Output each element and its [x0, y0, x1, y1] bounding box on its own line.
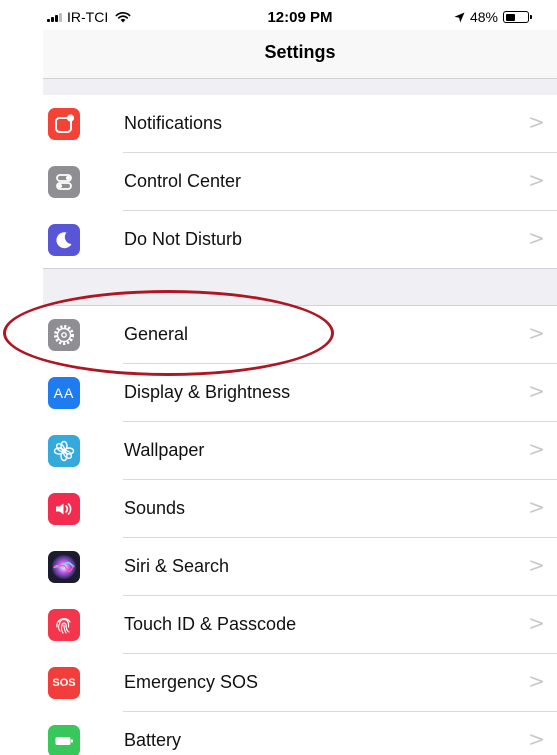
settings-row-battery[interactable]: Battery >	[43, 712, 557, 755]
gear-icon	[48, 319, 80, 351]
row-label: Touch ID & Passcode	[124, 614, 297, 634]
speaker-icon	[48, 493, 80, 525]
row-label: Sounds	[124, 498, 186, 518]
settings-group-1: Notifications > Control Center > Do Not …	[43, 95, 557, 269]
chevron-right-icon: >	[528, 110, 545, 134]
settings-row-sounds[interactable]: Sounds >	[43, 480, 557, 538]
settings-screen: IR-TCI 12:09 PM 48% Settings Notificatio…	[43, 0, 557, 755]
settings-row-touch-id-passcode[interactable]: Touch ID & Passcode >	[43, 596, 557, 654]
settings-row-display-brightness[interactable]: AA Display & Brightness >	[43, 364, 557, 422]
battery-percent: 48%	[469, 9, 498, 25]
location-arrow-icon	[454, 12, 465, 22]
settings-row-wallpaper[interactable]: Wallpaper >	[43, 422, 557, 480]
row-label: Control Center	[124, 171, 242, 191]
siri-icon	[48, 551, 80, 583]
chevron-right-icon: >	[528, 727, 545, 751]
status-right: 48%	[454, 9, 532, 25]
chevron-right-icon: >	[528, 611, 545, 635]
row-label: Battery	[124, 730, 182, 750]
battery-level-fill	[505, 13, 516, 21]
settings-row-emergency-sos[interactable]: SOS Emergency SOS >	[43, 654, 557, 712]
row-label: Notifications	[124, 113, 223, 133]
settings-row-control-center[interactable]: Control Center >	[43, 153, 557, 211]
row-label: Siri & Search	[124, 556, 230, 576]
row-label: Display & Brightness	[124, 382, 291, 402]
chevron-right-icon: >	[528, 553, 545, 577]
settings-row-general[interactable]: General >	[43, 306, 557, 364]
row-label: Do Not Disturb	[124, 229, 243, 249]
settings-row-do-not-disturb[interactable]: Do Not Disturb >	[43, 211, 557, 269]
section-spacer	[43, 268, 557, 306]
battery-icon	[48, 725, 80, 755]
moon-icon	[48, 224, 80, 256]
page-title: Settings	[264, 42, 336, 62]
row-label: General	[124, 324, 189, 344]
battery-status-icon	[503, 11, 532, 23]
notifications-icon	[48, 108, 80, 140]
chevron-right-icon: >	[528, 495, 545, 519]
row-label: Wallpaper	[124, 440, 205, 460]
wallpaper-icon	[48, 435, 80, 467]
icon-text: SOS	[52, 677, 76, 689]
fingerprint-icon	[48, 609, 80, 641]
chevron-right-icon: >	[528, 168, 545, 192]
chevron-right-icon: >	[528, 437, 545, 461]
status-bar: IR-TCI 12:09 PM 48%	[43, 0, 557, 30]
section-spacer	[43, 79, 557, 95]
settings-row-siri-search[interactable]: Siri & Search >	[43, 538, 557, 596]
display-brightness-icon: AA	[48, 377, 80, 409]
settings-row-notifications[interactable]: Notifications >	[43, 95, 557, 153]
row-label: Emergency SOS	[124, 672, 259, 692]
chevron-right-icon: >	[528, 321, 545, 345]
chevron-right-icon: >	[528, 669, 545, 693]
chevron-right-icon: >	[528, 379, 545, 403]
sos-icon: SOS	[48, 667, 80, 699]
settings-group-2: General > AA Display & Brightness > Wall…	[43, 306, 557, 755]
control-center-icon	[48, 166, 80, 198]
chevron-right-icon: >	[528, 226, 545, 250]
icon-text: AA	[53, 385, 75, 401]
navigation-bar: Settings	[43, 30, 557, 79]
